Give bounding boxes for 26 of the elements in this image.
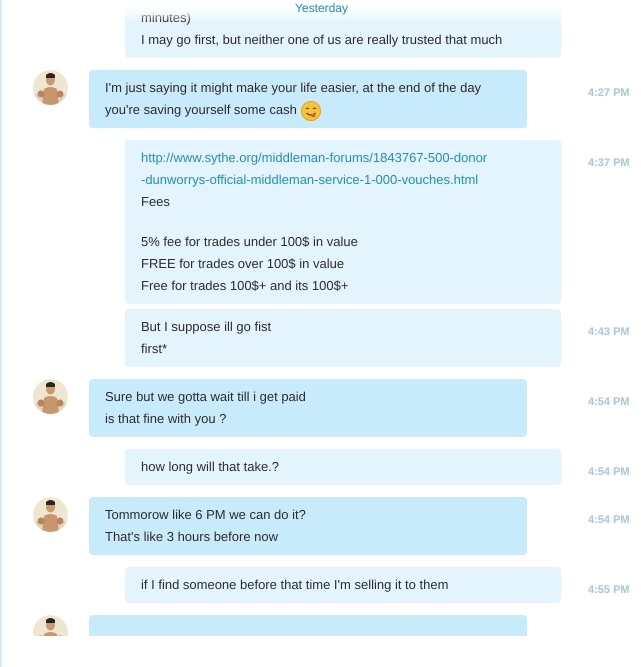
- message-text: is that fine with you ?: [105, 411, 226, 426]
- message-text: how long will that take.?: [141, 459, 280, 474]
- message-text: first*: [141, 341, 167, 356]
- message-time: 4:54 PM: [588, 466, 630, 478]
- message-text: Free for trades 100$+ and its 100$+: [141, 278, 348, 293]
- message-text: you're saving yourself some cash: [105, 102, 297, 117]
- message-link[interactable]: -dunworrys-official-middleman-service-1-000-vouches.html: [141, 172, 478, 187]
- message-time: 4:54 PM: [588, 514, 630, 526]
- message-text: Sure but we gotta wait till i get paid: [105, 389, 306, 404]
- message-text: 5% fee for trades under 100$ in value: [141, 234, 358, 249]
- message-text: Fees: [141, 194, 170, 209]
- message-text: But I suppose ill go fist: [141, 319, 272, 334]
- message-text: minutes): [141, 10, 191, 25]
- message-time: 4:37 PM: [588, 157, 630, 169]
- message-text: I may go first, but neither one of us are really trusted that much: [141, 32, 502, 47]
- message-time: 4:54 PM: [588, 396, 630, 408]
- date-header: Yesterday: [295, 0, 348, 17]
- message-text: That's like 3 hours before now: [105, 529, 278, 544]
- message-text: Tommorow like 6 PM we can do it?: [105, 507, 306, 522]
- message-text: FREE for trades over 100$ in value: [141, 256, 344, 271]
- message-text: I'm just saying it might make your life easier, at the end of the day: [105, 80, 482, 95]
- message-time: 4:27 PM: [588, 87, 630, 99]
- message-time: 4:43 PM: [588, 326, 630, 338]
- message-text: if I find someone before that time I'm selling it to them: [141, 577, 448, 592]
- message-link[interactable]: http://www.sythe.org/middleman-forums/1843767-500-donor: [141, 150, 488, 165]
- message-time: 4:55 PM: [588, 584, 630, 596]
